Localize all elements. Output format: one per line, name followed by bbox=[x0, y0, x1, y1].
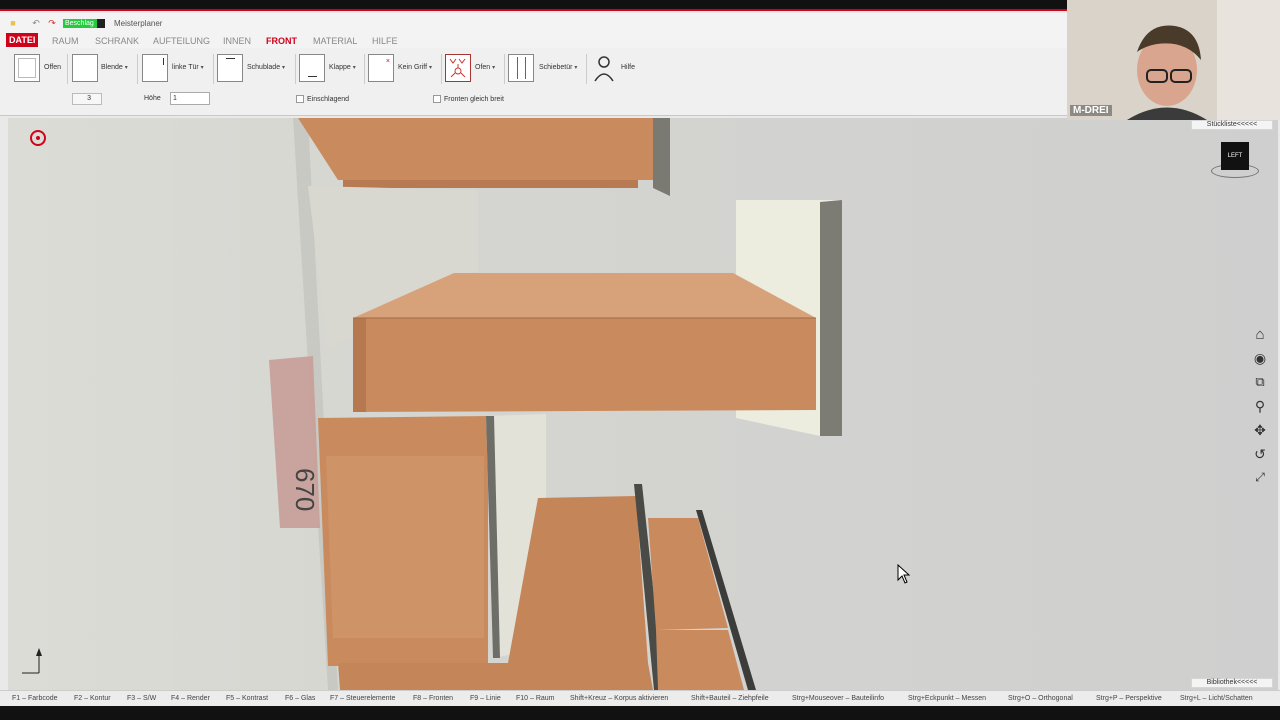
menu-innen[interactable]: INNEN bbox=[223, 36, 251, 46]
quick-access-field[interactable]: Beschlag bbox=[63, 19, 105, 28]
shortcut-hint: F6 – Glas bbox=[285, 695, 316, 702]
klappe-button[interactable]: Klappe ▾ bbox=[299, 54, 363, 82]
ofen-label: Ofen ▾ bbox=[475, 64, 496, 71]
shortcut-hint: F5 – Kontrast bbox=[226, 695, 269, 702]
shortcut-hint: F9 – Linie bbox=[470, 695, 501, 702]
view-cube[interactable]: LEFT bbox=[1205, 142, 1265, 182]
separator bbox=[586, 54, 587, 84]
blende-button[interactable]: Blende ▾ bbox=[72, 54, 136, 82]
shortcut-hint: Shift+Bauteil – Ziehpfeile bbox=[691, 695, 769, 702]
shortcut-status-bar: F1 – Farbcode F2 – Kontur F3 – S/W F4 – … bbox=[0, 690, 1280, 706]
left-door-icon bbox=[142, 54, 168, 82]
presenter-video-image bbox=[1067, 0, 1280, 120]
separator bbox=[137, 54, 138, 84]
webcam-overlay: M-DREI bbox=[1067, 0, 1280, 120]
shortcut-hint: Strg+Eckpunkt – Messen bbox=[908, 695, 987, 702]
hilfe-button[interactable]: Hilfe bbox=[591, 54, 641, 82]
home-icon[interactable]: ⌂ bbox=[1250, 326, 1270, 346]
menu-aufteilung[interactable]: AUFTEILUNG bbox=[153, 36, 210, 46]
shortcut-hint: F8 – Fronten bbox=[413, 695, 454, 702]
shortcut-hint: F7 – Steuerelemente bbox=[330, 695, 396, 702]
orbit-icon[interactable]: ◉ bbox=[1250, 350, 1270, 370]
shortcut-hint: Strg+P – Perspektive bbox=[1096, 695, 1162, 702]
ribbon-toolbar: Offen Blende ▾ linke Tür ▾ Schublade ▾ K… bbox=[0, 48, 1070, 116]
no-handle-icon: × bbox=[368, 54, 394, 82]
separator bbox=[441, 54, 442, 84]
mouse-cursor-icon bbox=[897, 563, 911, 589]
menu-schrank[interactable]: SCHRANK bbox=[95, 36, 139, 46]
linke-tuer-button[interactable]: linke Tür ▾ bbox=[142, 54, 212, 82]
sliding-door-icon bbox=[508, 54, 534, 82]
title-bar: ■ ↶ ↷ Beschlag Meisterplaner bbox=[0, 13, 1070, 33]
schublade-label: Schublade ▾ bbox=[247, 64, 286, 71]
kein-griff-button[interactable]: × Kein Griff ▾ bbox=[368, 54, 440, 82]
zoom-icon[interactable]: ⚲ bbox=[1250, 398, 1270, 418]
height-label: Höhe bbox=[144, 95, 161, 102]
bottom-strip bbox=[0, 706, 1280, 720]
drawer-icon bbox=[217, 54, 243, 82]
kein-griff-label: Kein Griff ▾ bbox=[398, 64, 433, 71]
menu-datei[interactable]: DATEI bbox=[6, 33, 39, 47]
dimension-label: 670 bbox=[290, 468, 320, 511]
undo-icon[interactable]: ↶ bbox=[31, 18, 41, 28]
shortcut-hint: Strg+Mouseover – Bauteilinfo bbox=[792, 695, 885, 702]
blende-label: Blende ▾ bbox=[101, 64, 128, 71]
menu-material[interactable]: MATERIAL bbox=[313, 36, 357, 46]
offen-button[interactable]: Offen bbox=[14, 54, 66, 82]
height-input[interactable] bbox=[170, 92, 210, 105]
app-title: Meisterplaner bbox=[114, 19, 163, 28]
flap-icon bbox=[299, 54, 325, 82]
rotate-icon[interactable]: ↺ bbox=[1250, 446, 1270, 466]
pan-icon[interactable]: ✥ bbox=[1250, 422, 1270, 442]
einschlagend-checkbox[interactable]: Einschlagend bbox=[296, 95, 349, 103]
menu-front[interactable]: FRONT bbox=[266, 36, 297, 46]
shortcut-hint: F2 – Kontur bbox=[74, 695, 111, 702]
shortcut-hint: Shift+Kreuz – Korpus aktivieren bbox=[570, 695, 669, 702]
menu-hilfe[interactable]: HILFE bbox=[372, 36, 398, 46]
shortcut-hint: Strg+O – Orthogonal bbox=[1008, 695, 1073, 702]
cabinet-3d-render: 670 bbox=[22, 118, 842, 690]
count-stepper[interactable]: 3 bbox=[72, 93, 102, 105]
eye-icon[interactable] bbox=[30, 130, 46, 146]
klappe-label: Klappe ▾ bbox=[329, 64, 356, 71]
schiebetuer-label: Schiebetür ▾ bbox=[539, 64, 578, 71]
oven-icon bbox=[445, 54, 471, 82]
meisterplaner-window: ■ ↶ ↷ Beschlag Meisterplaner DATEI RAUM … bbox=[0, 0, 1280, 720]
separator bbox=[213, 54, 214, 84]
bibliothek-button[interactable]: Bibliothek<<<<< bbox=[1191, 678, 1273, 688]
separator bbox=[295, 54, 296, 84]
shortcut-hint: F4 – Render bbox=[171, 695, 210, 702]
shortcut-hint: F3 – S/W bbox=[127, 695, 157, 702]
ofen-button[interactable]: Ofen ▾ bbox=[445, 54, 503, 82]
view-cube-face[interactable]: LEFT bbox=[1221, 142, 1249, 170]
menu-raum[interactable]: RAUM bbox=[52, 36, 79, 46]
3d-viewport[interactable]: 670 LEFT ⌂ ◉ ⧉ ⚲ ✥ ↺ ⤢ bbox=[8, 118, 1278, 690]
separator bbox=[364, 54, 365, 84]
panel-icon bbox=[72, 54, 98, 82]
open-front-icon bbox=[14, 54, 40, 82]
separator bbox=[67, 54, 68, 84]
quick-access-text: Beschlag bbox=[63, 19, 97, 28]
folder-icon[interactable]: ■ bbox=[8, 18, 18, 28]
redo-icon[interactable]: ↷ bbox=[47, 18, 57, 28]
schiebetuer-button[interactable]: Schiebetür ▾ bbox=[508, 54, 584, 82]
hilfe-label: Hilfe bbox=[621, 64, 636, 71]
stueckliste-button[interactable]: Stückliste<<<<< bbox=[1191, 120, 1273, 130]
linke-tuer-label: linke Tür ▾ bbox=[172, 64, 204, 71]
fullscreen-icon[interactable]: ⤢ bbox=[1250, 470, 1270, 490]
offen-label: Offen bbox=[44, 64, 61, 71]
menu-bar: DATEI RAUM SCHRANK AUFTEILUNG INNEN FRON… bbox=[0, 33, 1070, 48]
webcam-name-label: M-DREI bbox=[1070, 105, 1112, 116]
shortcut-hint: F1 – Farbcode bbox=[12, 695, 58, 702]
shortcut-hint: F10 – Raum bbox=[516, 695, 555, 702]
shortcut-hint: Strg+L – Licht/Schatten bbox=[1180, 695, 1253, 702]
help-person-icon bbox=[591, 54, 617, 82]
zoom-window-icon[interactable]: ⧉ bbox=[1250, 374, 1270, 394]
schublade-button[interactable]: Schublade ▾ bbox=[217, 54, 295, 82]
separator bbox=[504, 54, 505, 84]
fronten-gleich-breit-checkbox[interactable]: Fronten gleich breit bbox=[433, 95, 504, 103]
count-value: 3 bbox=[72, 93, 102, 105]
